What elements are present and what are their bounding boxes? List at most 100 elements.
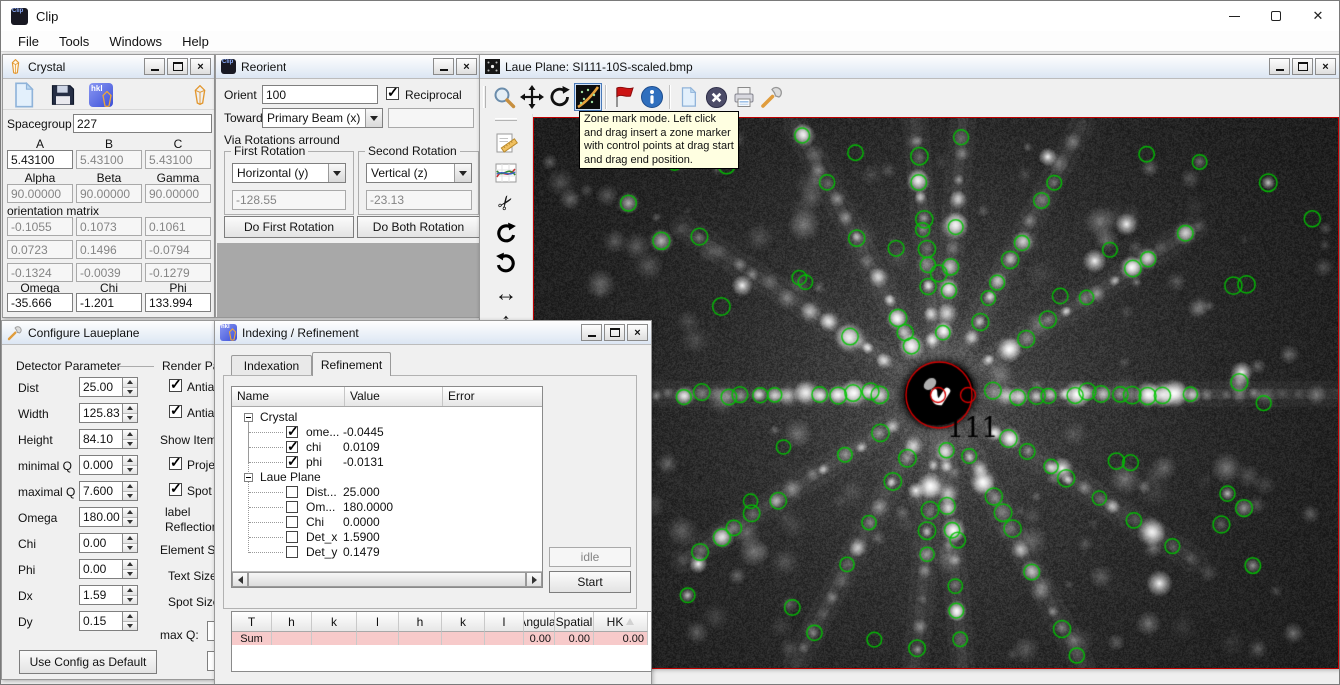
main-close-button[interactable]: ✕: [1297, 1, 1339, 31]
dropdown-button[interactable]: [328, 164, 345, 182]
crystal-minimize-button[interactable]: [144, 58, 165, 75]
tree-header-error[interactable]: Error: [443, 387, 540, 406]
result-header-hk[interactable]: HK: [594, 612, 648, 632]
indexing-close-button[interactable]: ×: [627, 324, 648, 341]
menu-help[interactable]: Help: [173, 33, 218, 50]
config-spin-dist[interactable]: 25.00: [79, 377, 138, 397]
indexing-minimize-button[interactable]: [581, 324, 602, 341]
reorient-titlebar[interactable]: Clip Reorient ×: [216, 55, 480, 79]
crystal-maximize-button[interactable]: [167, 58, 188, 75]
result-header-k[interactable]: k: [312, 612, 357, 632]
laue-maximize-button[interactable]: [1292, 58, 1313, 75]
indexing-maximize-button[interactable]: [604, 324, 625, 341]
tab-indexation[interactable]: Indexation: [231, 355, 312, 376]
reciprocal-checkbox[interactable]: [386, 87, 399, 100]
menu-windows[interactable]: Windows: [100, 33, 171, 50]
spin-arrows[interactable]: [122, 534, 137, 552]
result-header-l[interactable]: l: [485, 612, 524, 632]
tree-item-checkbox[interactable]: [286, 441, 298, 453]
result-header-t[interactable]: T: [232, 612, 272, 632]
toolbar-handle[interactable]: [483, 86, 486, 108]
spin-arrows[interactable]: [122, 430, 137, 448]
scroll-left-button[interactable]: [232, 572, 248, 587]
measure-tool-icon[interactable]: [492, 129, 520, 157]
indexing-titlebar[interactable]: hkl Indexing / Refinement ×: [215, 321, 651, 345]
laue-titlebar[interactable]: Laue Plane: SI111-10S-scaled.bmp ×: [480, 55, 1339, 79]
second-rotation-axis-dropdown[interactable]: Vertical (z): [366, 163, 472, 183]
save-icon[interactable]: [49, 81, 77, 109]
info-tool-icon[interactable]: [638, 83, 666, 111]
toolbar-handle[interactable]: [495, 118, 517, 121]
scrollbar-thumb[interactable]: [248, 572, 526, 587]
configure-icon[interactable]: [758, 83, 786, 111]
config-spin-dx[interactable]: 1.59: [79, 585, 138, 605]
tab-refinement[interactable]: Refinement: [312, 352, 391, 376]
flag-marker-icon[interactable]: [610, 83, 638, 111]
main-minimize-button[interactable]: [1213, 1, 1255, 31]
laue-close-button[interactable]: ×: [1315, 58, 1336, 75]
tree-item-checkbox[interactable]: [286, 426, 298, 438]
reorient-minimize-button[interactable]: [433, 58, 454, 75]
close-image-icon[interactable]: [702, 83, 730, 111]
reorient-close-button[interactable]: ×: [456, 58, 477, 75]
tree-expander[interactable]: [244, 413, 253, 422]
tree-expander[interactable]: [244, 473, 253, 482]
tree-item-checkbox[interactable]: [286, 531, 298, 543]
tree-item-checkbox[interactable]: [286, 516, 298, 528]
start-button[interactable]: Start: [549, 571, 631, 593]
open-image-icon[interactable]: [674, 83, 702, 111]
spin-arrows[interactable]: [122, 482, 137, 500]
tree-item-checkbox[interactable]: [286, 546, 298, 558]
main-maximize-button[interactable]: [1255, 1, 1297, 31]
crop-scissors-icon[interactable]: ✂: [487, 184, 526, 223]
main-titlebar[interactable]: Clip Clip ✕: [1, 1, 1339, 31]
tree-item-checkbox[interactable]: [286, 501, 298, 513]
laue-minimize-button[interactable]: [1269, 58, 1290, 75]
config-spin-phi[interactable]: 0.00: [79, 559, 138, 579]
orient-input[interactable]: 100: [262, 85, 378, 104]
first-rotation-axis-dropdown[interactable]: Horizontal (y): [232, 163, 346, 183]
laue-image-canvas[interactable]: [534, 118, 1338, 668]
plot-tool-icon[interactable]: [492, 159, 520, 187]
result-header-spatial[interactable]: Spatial: [555, 612, 594, 632]
config-spin-chi[interactable]: 0.00: [79, 533, 138, 553]
antialias-checkbox[interactable]: [169, 379, 182, 392]
do-both-rotation-button[interactable]: Do Both Rotation: [357, 216, 480, 238]
zone-mark-tool-icon[interactable]: [574, 83, 602, 111]
config-spin-maximal-q[interactable]: 7.600: [79, 481, 138, 501]
tree-item-checkbox[interactable]: [286, 486, 298, 498]
tree-item-checkbox[interactable]: [286, 456, 298, 468]
do-first-rotation-button[interactable]: Do First Rotation: [224, 216, 354, 238]
print-icon[interactable]: [730, 83, 758, 111]
projection-checkbox[interactable]: [169, 457, 182, 470]
chi-input[interactable]: -1.201: [76, 293, 142, 312]
cell-a-input[interactable]: 5.43100: [7, 150, 73, 169]
result-header-h[interactable]: h: [399, 612, 442, 632]
menu-tools[interactable]: Tools: [50, 33, 98, 50]
omega-input[interactable]: -35.666: [7, 293, 73, 312]
crystal-icon[interactable]: [192, 85, 208, 105]
config-spin-omega[interactable]: 180.00: [79, 507, 138, 527]
config-spin-dy[interactable]: 0.15: [79, 611, 138, 631]
spot-checkbox[interactable]: [169, 483, 182, 496]
hkl-indexing-icon[interactable]: hkl: [89, 83, 113, 107]
spin-arrows[interactable]: [122, 560, 137, 578]
spin-arrows[interactable]: [122, 378, 137, 396]
dropdown-button[interactable]: [454, 164, 471, 182]
tree-horizontal-scrollbar[interactable]: [232, 571, 542, 587]
config-spin-width[interactable]: 125.83: [79, 403, 138, 423]
crystal-titlebar[interactable]: Crystal ×: [3, 55, 214, 79]
flip-horizontal-icon[interactable]: ↔: [492, 279, 520, 307]
scroll-right-button[interactable]: [526, 572, 542, 587]
result-header-angular[interactable]: Angular: [524, 612, 555, 632]
rotate-ccw-icon[interactable]: [492, 249, 520, 277]
config-spin-height[interactable]: 84.10: [79, 429, 138, 449]
rotate-tool-icon[interactable]: [546, 83, 574, 111]
result-header-k[interactable]: k: [442, 612, 485, 632]
config-spin-minimal-q[interactable]: 0.000: [79, 455, 138, 475]
menu-file[interactable]: File: [9, 33, 48, 50]
antialias-text-checkbox[interactable]: [169, 405, 182, 418]
spacegroup-input[interactable]: 227: [73, 114, 212, 133]
tree-header-name[interactable]: Name: [232, 387, 345, 406]
pan-tool-icon[interactable]: [518, 83, 546, 111]
